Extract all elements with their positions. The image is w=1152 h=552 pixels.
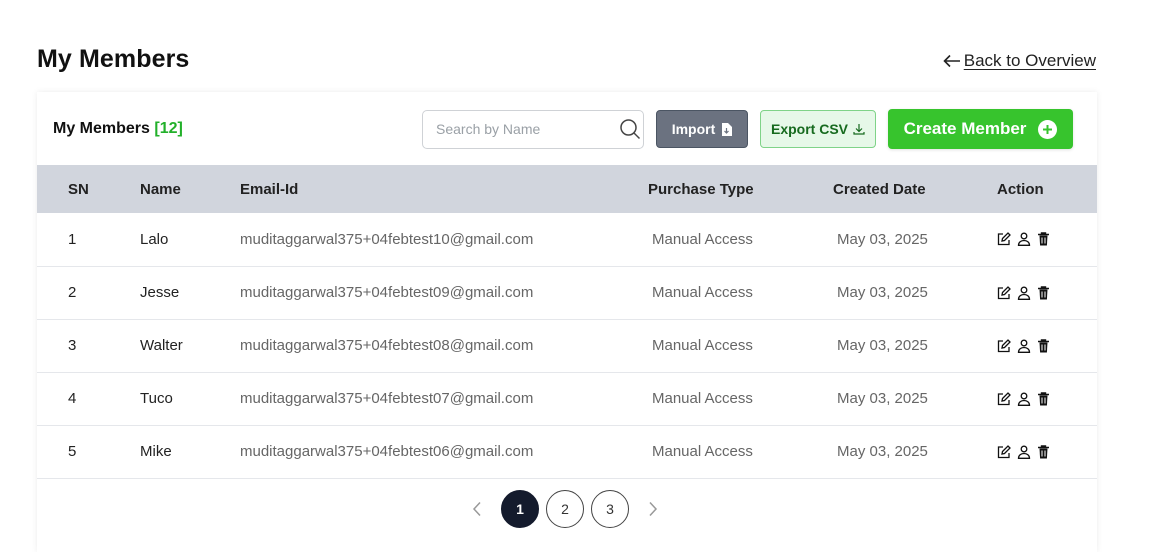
cell-sn: 2 — [68, 284, 77, 301]
table-row: 1 Lalo muditaggarwal375+04febtest10@gmai… — [37, 213, 1097, 266]
export-label: Export CSV — [770, 121, 848, 137]
trash-icon[interactable] — [1037, 444, 1050, 459]
card-header: My Members [12] Import Export CSV — [37, 92, 1097, 165]
column-header-created-date: Created Date — [833, 180, 926, 198]
column-header-purchase-type: Purchase Type — [648, 180, 754, 198]
card-title: My Members [12] — [53, 120, 183, 138]
cell-email: muditaggarwal375+04febtest08@gmail.com — [240, 337, 534, 354]
user-icon[interactable] — [1017, 445, 1031, 459]
card-title-label: My Members — [53, 119, 150, 137]
cell-sn: 1 — [68, 230, 77, 248]
members-card: My Members [12] Import Export CSV — [37, 92, 1097, 552]
prev-page-button[interactable] — [460, 490, 494, 528]
download-icon — [853, 123, 865, 135]
page-title: My Members — [37, 45, 190, 73]
page-button-3[interactable]: 3 — [591, 490, 629, 528]
column-header-name: Name — [140, 180, 181, 198]
pagination: 1 2 3 — [460, 490, 670, 528]
export-csv-button[interactable]: Export CSV — [760, 110, 876, 148]
edit-icon[interactable] — [997, 232, 1011, 246]
cell-sn: 4 — [68, 390, 77, 407]
trash-icon[interactable] — [1037, 232, 1050, 246]
cell-actions — [997, 372, 1097, 425]
arrow-left-icon — [943, 54, 961, 68]
cell-actions — [997, 425, 1097, 478]
cell-created-date: May 03, 2025 — [837, 284, 928, 301]
cell-actions — [997, 319, 1097, 372]
member-count: [12] — [154, 119, 183, 137]
cell-purchase-type: Manual Access — [652, 284, 753, 301]
cell-name: Tuco — [140, 390, 173, 407]
column-header-action: Action — [997, 180, 1044, 198]
import-button[interactable]: Import — [656, 110, 748, 148]
cell-name: Lalo — [140, 230, 169, 248]
search-box — [422, 109, 644, 149]
page-button-2[interactable]: 2 — [546, 490, 584, 528]
cell-purchase-type: Manual Access — [652, 443, 753, 460]
trash-icon[interactable] — [1037, 391, 1050, 406]
edit-icon[interactable] — [997, 444, 1011, 459]
cell-sn: 5 — [68, 443, 77, 460]
cell-email: muditaggarwal375+04febtest06@gmail.com — [240, 443, 534, 460]
edit-icon[interactable] — [997, 338, 1011, 353]
search-input[interactable] — [434, 120, 619, 138]
cell-name: Mike — [140, 443, 172, 460]
page-button-1[interactable]: 1 — [501, 490, 539, 528]
cell-name: Walter — [140, 337, 183, 354]
edit-icon[interactable] — [997, 285, 1011, 300]
cell-purchase-type: Manual Access — [652, 230, 753, 248]
trash-icon[interactable] — [1037, 338, 1050, 353]
chevron-right-icon — [648, 501, 658, 517]
user-icon[interactable] — [1017, 232, 1031, 247]
cell-actions — [997, 266, 1097, 319]
column-header-sn: SN — [68, 180, 89, 198]
column-header-email: Email-Id — [240, 180, 299, 198]
cell-email: muditaggarwal375+04febtest07@gmail.com — [240, 390, 534, 407]
next-page-button[interactable] — [636, 490, 670, 528]
plus-circle-icon — [1038, 119, 1058, 139]
cell-actions — [997, 213, 1097, 266]
import-label: Import — [671, 121, 716, 137]
create-member-button[interactable]: Create Member — [888, 109, 1073, 149]
cell-created-date: May 03, 2025 — [837, 230, 928, 248]
table-row: 4 Tuco muditaggarwal375+04febtest07@gmai… — [37, 372, 1097, 425]
table-row: 2 Jesse muditaggarwal375+04febtest09@gma… — [37, 266, 1097, 319]
search-icon[interactable] — [619, 118, 641, 140]
members-table: SN Name Email-Id Purchase Type Created D… — [37, 165, 1097, 479]
cell-purchase-type: Manual Access — [652, 390, 753, 407]
user-icon[interactable] — [1017, 392, 1031, 406]
table-row: 3 Walter muditaggarwal375+04febtest08@gm… — [37, 319, 1097, 372]
create-label: Create Member — [903, 119, 1027, 138]
table-row: 5 Mike muditaggarwal375+04febtest06@gmai… — [37, 425, 1097, 478]
cell-purchase-type: Manual Access — [652, 337, 753, 354]
table-header-row: SN Name Email-Id Purchase Type Created D… — [37, 165, 1097, 213]
cell-created-date: May 03, 2025 — [837, 337, 928, 354]
cell-created-date: May 03, 2025 — [837, 390, 928, 407]
user-icon[interactable] — [1017, 339, 1031, 353]
file-icon — [721, 122, 733, 136]
toolbar: Import Export CSV Create Member — [422, 109, 1073, 149]
back-link-label: Back to Overview — [963, 51, 1096, 70]
cell-email: muditaggarwal375+04febtest10@gmail.com — [240, 230, 534, 248]
trash-icon[interactable] — [1037, 285, 1050, 300]
user-icon[interactable] — [1017, 286, 1031, 300]
back-to-overview-link[interactable]: Back to Overview — [943, 51, 1096, 71]
cell-created-date: May 03, 2025 — [837, 443, 928, 460]
edit-icon[interactable] — [997, 391, 1011, 406]
cell-name: Jesse — [140, 284, 180, 301]
cell-email: muditaggarwal375+04febtest09@gmail.com — [240, 284, 534, 301]
cell-sn: 3 — [68, 337, 77, 354]
chevron-left-icon — [472, 501, 482, 517]
